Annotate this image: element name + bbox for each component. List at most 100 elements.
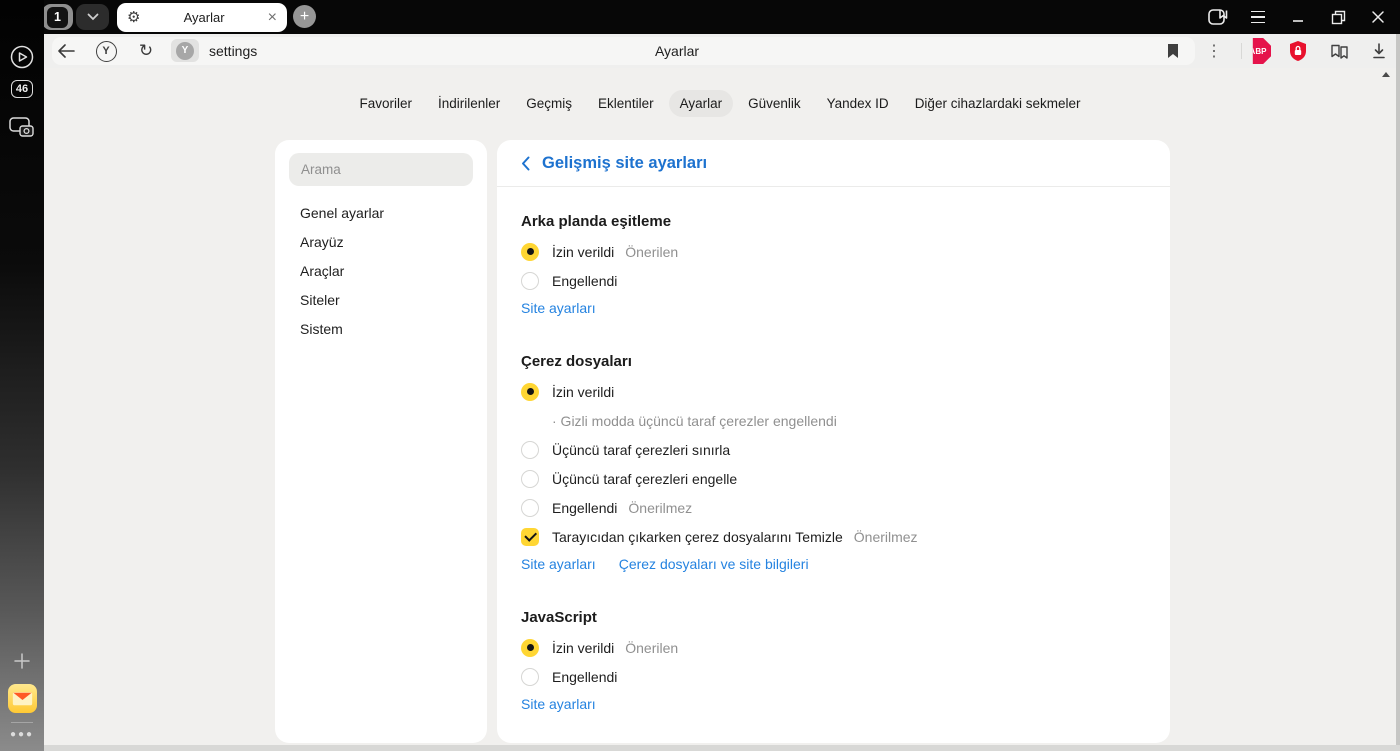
back-chevron-icon[interactable]	[521, 156, 530, 171]
restore-button[interactable]	[1326, 0, 1350, 34]
option-note: Önerilmez	[853, 528, 918, 545]
option-label: İzin verildi	[552, 639, 615, 656]
settings-link[interactable]: Site ayarları	[521, 300, 596, 316]
radio-option[interactable]: İzin verildi	[521, 377, 1146, 406]
option-label: İzin verildi	[552, 243, 615, 260]
radio-option[interactable]: İzin verildi Önerilen	[521, 633, 1146, 662]
settings-section: JavaScript İzin verildi Önerilen Engellendi…	[521, 609, 1146, 712]
section-links: Site ayarları	[521, 300, 1146, 316]
radio-icon[interactable]	[521, 469, 539, 488]
option-label: Engellendi	[552, 272, 618, 289]
option-label: Üçüncü taraf çerezleri sınırla	[552, 441, 731, 458]
search-input[interactable]	[289, 153, 473, 186]
yandex-mail-icon[interactable]	[0, 684, 44, 713]
radio-icon[interactable]	[521, 242, 539, 261]
browser-tab-ayarlar[interactable]: ⚙ Ayarlar ×	[117, 3, 287, 32]
radio-option[interactable]: Üçüncü taraf çerezleri engelle	[521, 464, 1146, 493]
sidebar-item[interactable]: Genel ayarlar	[275, 198, 487, 227]
new-tab-button[interactable]: +	[293, 5, 316, 28]
scroll-up-arrow[interactable]	[1382, 72, 1390, 77]
back-button[interactable]	[54, 34, 78, 68]
radio-option[interactable]: Engellendi	[521, 662, 1146, 691]
nav-tab[interactable]: Güvenlik	[737, 90, 812, 117]
radio-option[interactable]: Engellendi Önerilmez	[521, 493, 1146, 522]
downloads-icon[interactable]	[1370, 34, 1388, 68]
gear-icon: ⚙	[127, 9, 141, 26]
radio-icon[interactable]	[521, 271, 539, 290]
checkbox-icon[interactable]	[521, 527, 539, 546]
refresh-button[interactable]: ↻	[135, 34, 157, 68]
chevron-down-icon	[87, 13, 98, 21]
collections-icon[interactable]	[1329, 34, 1349, 68]
settings-section: Arka planda eşitleme İzin verildi Önerilen…	[521, 213, 1146, 316]
sidebar-item[interactable]: Araçlar	[275, 256, 487, 285]
settings-page: Favoriler İndirilenler Geçmiş Eklentiler Aya…	[44, 68, 1396, 745]
radio-icon[interactable]	[521, 667, 539, 686]
nav-tab[interactable]: Favoriler	[348, 90, 423, 117]
section-title: Arka planda eşitleme	[521, 213, 672, 230]
settings-link[interactable]: Site ayarları	[521, 556, 596, 572]
nav-tab[interactable]: Eklentiler	[587, 90, 665, 117]
settings-content: Gelişmiş site ayarları Arka planda eşitl…	[497, 140, 1170, 743]
nav-tab[interactable]: Geçmiş	[515, 90, 583, 117]
adblock-plus-icon[interactable]: ABP	[1249, 38, 1271, 64]
settings-link[interactable]: Çerez dosyaları ve site bilgileri	[619, 556, 809, 572]
side-panel-icon[interactable]	[1206, 0, 1230, 34]
nav-tab[interactable]: İndirilenler	[427, 90, 511, 117]
tabs-dropdown-button[interactable]	[76, 4, 109, 30]
add-panel-icon[interactable]	[0, 651, 44, 671]
tab-close-icon[interactable]: ×	[268, 9, 277, 26]
video-play-icon[interactable]	[0, 44, 44, 70]
yandex-logo-icon: Y	[95, 40, 117, 62]
tabs-count-badge[interactable]: 46	[0, 80, 44, 98]
sidebar-item[interactable]: Arayüz	[275, 227, 487, 256]
radio-icon[interactable]	[521, 498, 539, 517]
page-favicon: Y	[171, 39, 199, 62]
yandex-button[interactable]: Y	[95, 34, 117, 68]
settings-sidebar: Genel ayarlarArayüzAraçlarSitelerSistem	[275, 140, 487, 743]
settings-menu: Genel ayarlar Arayüz Araçlar Siteler Sistem	[275, 198, 487, 343]
tabs-badge-number: 46	[10, 80, 34, 98]
close-window-button[interactable]	[1366, 0, 1390, 34]
tab-title: Ayarlar	[183, 10, 225, 25]
protect-shield-icon[interactable]	[1287, 34, 1309, 68]
nav-tab[interactable]: Diğer cihazlardaki sekmeler	[904, 90, 1092, 117]
nav-tab[interactable]: Yandex ID	[816, 90, 900, 117]
tab-counter-button[interactable]: 1	[42, 4, 73, 30]
radio-option[interactable]: İzin verildi Önerilen	[521, 237, 1146, 266]
favicon-y-icon: Y	[176, 41, 194, 60]
side-rail: 46 ●●●	[0, 0, 44, 751]
sidebar-item[interactable]: Sistem	[275, 314, 487, 343]
toolbar-divider	[1241, 43, 1242, 59]
tab-bar: 1 ⚙ Ayarlar × +	[0, 0, 1400, 34]
minimize-button[interactable]	[1286, 0, 1310, 34]
option-note: Önerilen	[625, 639, 679, 656]
radio-option[interactable]: Engellendi	[521, 266, 1146, 295]
rail-divider	[11, 722, 33, 723]
menu-icon[interactable]	[1246, 0, 1270, 34]
kebab-menu-icon[interactable]: ⋮	[1206, 34, 1222, 68]
toolbar: Y ↻ Y settings Ayarlar ⋮ ABP	[44, 34, 1400, 68]
window-frame-bottom	[44, 745, 1400, 751]
section-title: JavaScript	[521, 609, 597, 626]
abp-label: ABP	[1249, 46, 1267, 56]
checkbox-option[interactable]: Tarayıcıdan çıkarken çerez dosyalarını T…	[521, 522, 1146, 551]
section-links: Site ayarları	[521, 696, 1146, 712]
settings-link[interactable]: Site ayarları	[521, 696, 596, 712]
content-title[interactable]: Gelişmiş site ayarları	[542, 154, 707, 173]
option-label: Tarayıcıdan çıkarken çerez dosyalarını T…	[552, 528, 843, 545]
option-label: Üçüncü taraf çerezleri engelle	[552, 470, 738, 487]
sidebar-item[interactable]: Siteler	[275, 285, 487, 314]
option-label: Engellendi	[552, 668, 618, 685]
screenshot-icon[interactable]	[0, 116, 44, 138]
url-text[interactable]: settings	[209, 34, 257, 68]
radio-icon[interactable]	[521, 638, 539, 657]
more-panels-icon[interactable]: ●●●	[0, 729, 44, 740]
bookmark-icon[interactable]	[1164, 34, 1182, 68]
radio-icon[interactable]	[521, 440, 539, 459]
nav-tab[interactable]: Ayarlar	[668, 90, 734, 117]
radio-icon[interactable]	[521, 382, 539, 401]
page-title: Ayarlar	[654, 43, 700, 59]
section-title: Çerez dosyaları	[521, 353, 632, 370]
radio-option[interactable]: Üçüncü taraf çerezleri sınırla	[521, 435, 1146, 464]
